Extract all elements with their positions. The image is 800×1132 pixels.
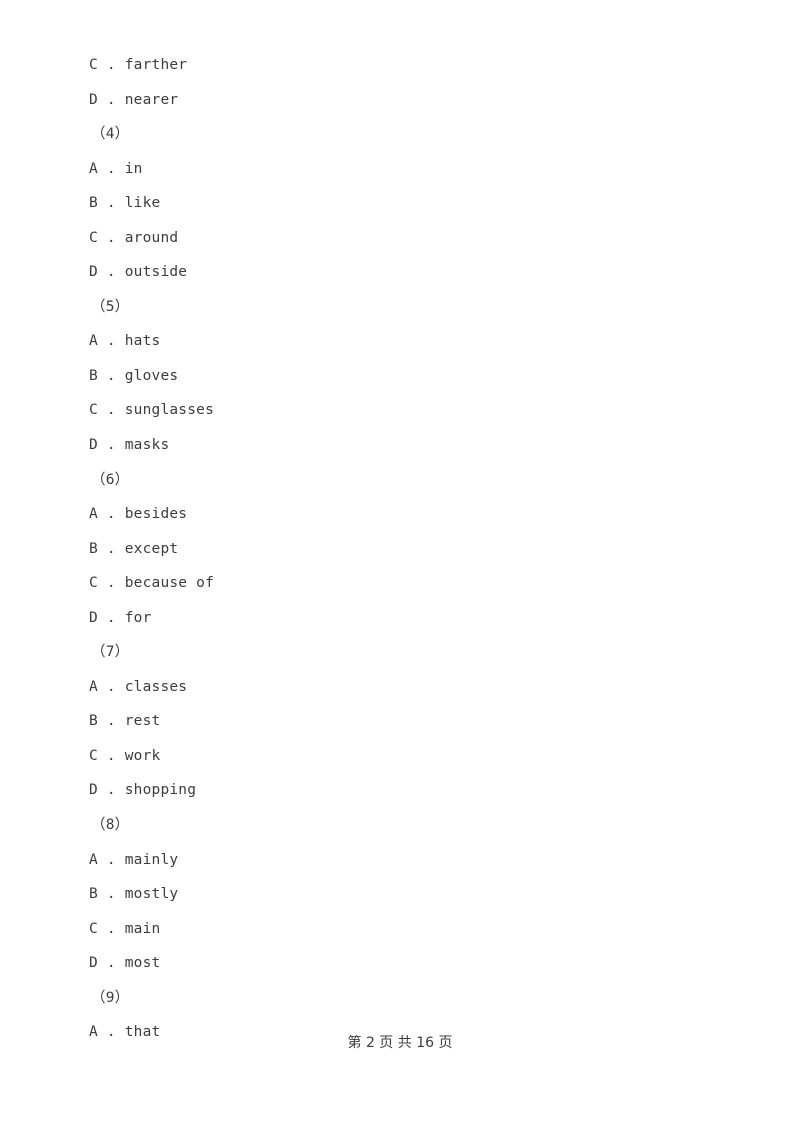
document-page: C . farther D . nearer （4） A . in B . like C …	[0, 0, 800, 1132]
answer-option: C . sunglasses	[89, 402, 215, 419]
page-footer: 第 2 页 共 16 页	[347, 1035, 453, 1051]
answer-option: A . mainly	[89, 851, 179, 868]
question-number: （5）	[91, 298, 130, 315]
answer-option: D . masks	[89, 437, 170, 454]
answer-option: B . gloves	[89, 367, 179, 384]
question-number: （4）	[91, 126, 130, 143]
answer-option: B . mostly	[89, 886, 179, 903]
answer-option: A . in	[89, 160, 143, 177]
answer-option: B . except	[89, 540, 179, 557]
answer-option: C . farther	[89, 57, 188, 73]
answer-option: B . like	[89, 195, 161, 212]
answer-option: A . hats	[89, 333, 161, 350]
question-number: （7）	[91, 644, 130, 661]
answer-option: D . outside	[89, 264, 188, 281]
answer-option: C . work	[89, 747, 161, 764]
question-list: C . farther D . nearer （4） A . in B . like C …	[0, 48, 800, 1050]
question-number: （6）	[91, 471, 130, 488]
question-number: （9）	[91, 989, 130, 1006]
answer-option: A . classes	[89, 678, 188, 695]
answer-option: B . rest	[89, 713, 161, 730]
answer-option: C . main	[89, 920, 161, 937]
answer-option: D . shopping	[89, 782, 197, 799]
answer-option: D . most	[89, 955, 161, 972]
answer-option: D . nearer	[89, 91, 179, 108]
answer-option: D . for	[89, 609, 152, 626]
answer-option: A . besides	[89, 506, 188, 523]
answer-option: C . around	[89, 229, 179, 246]
answer-option: C . because of	[89, 575, 215, 592]
question-number: （8）	[91, 817, 130, 834]
